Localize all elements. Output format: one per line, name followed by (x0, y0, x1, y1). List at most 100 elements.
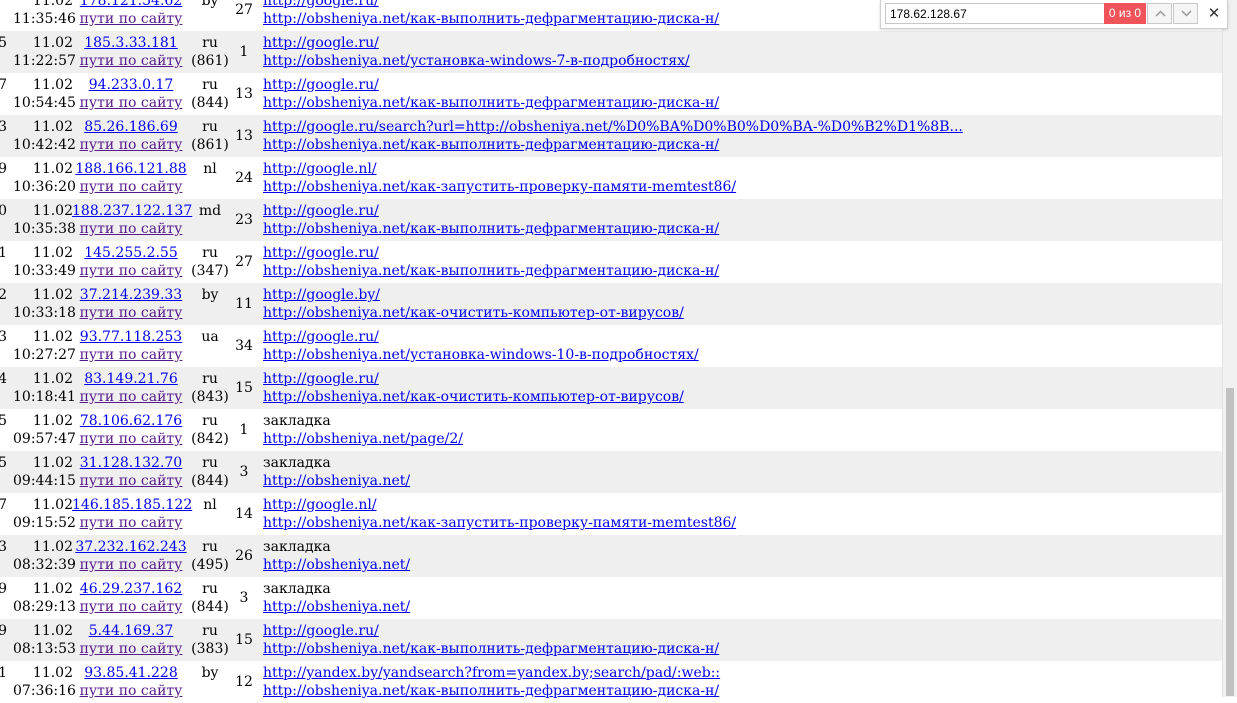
ip-link-anchor[interactable]: 146.185.185.122 (72, 497, 192, 513)
landing-page-link-anchor[interactable]: http://obsheniya.net/как-выполнить-дефра… (263, 641, 719, 657)
site-paths-link-anchor[interactable]: пути по сайту (80, 53, 183, 69)
page-scrollbar[interactable] (1222, 0, 1237, 697)
referrer-link[interactable]: http://yandex.by/yandsearch?from=yandex.… (263, 664, 720, 682)
landing-page-link[interactable]: http://obsheniya.net/как-выполнить-дефра… (263, 136, 719, 154)
referrer-link-anchor[interactable]: http://google.by/ (263, 287, 380, 303)
landing-page-link[interactable]: http://obsheniya.net/как-запустить-прове… (263, 178, 736, 196)
ip-link-anchor[interactable]: 31.128.132.70 (80, 455, 182, 471)
ip-link-anchor[interactable]: 46.29.237.162 (80, 581, 182, 597)
scrollbar-thumb[interactable] (1226, 388, 1234, 696)
referrer-link-anchor[interactable]: http://google.ru/ (263, 329, 379, 345)
landing-page-link-anchor[interactable]: http://obsheniya.net/как-выполнить-дефра… (263, 221, 719, 237)
ip-link-anchor[interactable]: 145.255.2.55 (84, 245, 178, 261)
ip-link[interactable]: 145.255.2.55 (72, 244, 190, 262)
site-paths-link-anchor[interactable]: пути по сайту (80, 599, 183, 615)
landing-page-link[interactable]: http://obsheniya.net/page/2/ (263, 430, 463, 448)
close-icon[interactable]: ✕ (1203, 3, 1225, 24)
ip-link[interactable]: 83.149.21.76 (72, 370, 190, 388)
ip-link-anchor[interactable]: 185.3.33.181 (84, 35, 178, 51)
site-paths-link[interactable]: пути по сайту (72, 682, 190, 700)
site-paths-link[interactable]: пути по сайту (72, 136, 190, 154)
referrer-link[interactable]: http://google.ru/ (263, 622, 379, 640)
site-paths-link-anchor[interactable]: пути по сайту (80, 431, 183, 447)
site-paths-link-anchor[interactable]: пути по сайту (80, 221, 183, 237)
ip-link[interactable]: 46.29.237.162 (72, 580, 190, 598)
referrer-link[interactable]: http://google.ru/ (263, 244, 379, 262)
referrer-link-anchor[interactable]: http://google.nl/ (263, 161, 377, 177)
ip-link-anchor[interactable]: 188.166.121.88 (75, 161, 186, 177)
landing-page-link-anchor[interactable]: http://obsheniya.net/как-выполнить-дефра… (263, 263, 719, 279)
site-paths-link[interactable]: пути по сайту (72, 514, 190, 532)
landing-page-link[interactable]: http://obsheniya.net/как-выполнить-дефра… (263, 262, 719, 280)
site-paths-link[interactable]: пути по сайту (72, 52, 190, 70)
landing-page-link-anchor[interactable]: http://obsheniya.net/ (263, 473, 410, 489)
site-paths-link-anchor[interactable]: пути по сайту (80, 263, 183, 279)
landing-page-link[interactable]: http://obsheniya.net/как-выполнить-дефра… (263, 220, 719, 238)
referrer-link-anchor[interactable]: http://yandex.by/yandsearch?from=yandex.… (263, 665, 720, 681)
referrer-link-anchor[interactable]: http://google.ru/ (263, 77, 379, 93)
landing-page-link[interactable]: http://obsheniya.net/ (263, 556, 410, 574)
site-paths-link-anchor[interactable]: пути по сайту (80, 11, 183, 27)
ip-link-anchor[interactable]: 78.106.62.176 (80, 413, 182, 429)
referrer-link-anchor[interactable]: http://google.ru/ (263, 371, 379, 387)
landing-page-link[interactable]: http://obsheniya.net/как-выполнить-дефра… (263, 640, 719, 658)
referrer-link-anchor[interactable]: http://google.ru/search?url=http://obshe… (263, 119, 963, 135)
site-paths-link-anchor[interactable]: пути по сайту (80, 641, 183, 657)
ip-link-anchor[interactable]: 93.77.118.253 (80, 329, 182, 345)
ip-link[interactable]: 93.77.118.253 (72, 328, 190, 346)
site-paths-link[interactable]: пути по сайту (72, 430, 190, 448)
site-paths-link[interactable]: пути по сайту (72, 598, 190, 616)
landing-page-link-anchor[interactable]: http://obsheniya.net/как-выполнить-дефра… (263, 11, 719, 27)
landing-page-link-anchor[interactable]: http://obsheniya.net/как-запустить-прове… (263, 515, 736, 531)
site-paths-link[interactable]: пути по сайту (72, 640, 190, 658)
landing-page-link-anchor[interactable]: http://obsheniya.net/как-выполнить-дефра… (263, 95, 719, 111)
landing-page-link[interactable]: http://obsheniya.net/как-выполнить-дефра… (263, 682, 719, 700)
site-paths-link[interactable]: пути по сайту (72, 472, 190, 490)
landing-page-link[interactable]: http://obsheniya.net/как-очистить-компью… (263, 388, 684, 406)
site-paths-link[interactable]: пути по сайту (72, 346, 190, 364)
landing-page-link-anchor[interactable]: http://obsheniya.net/как-очистить-компью… (263, 305, 684, 321)
landing-page-link[interactable]: http://obsheniya.net/ (263, 598, 410, 616)
referrer-link[interactable]: http://google.ru/ (263, 76, 379, 94)
landing-page-link[interactable]: http://obsheniya.net/установка-windows-7… (263, 52, 690, 70)
referrer-link[interactable]: http://google.nl/ (263, 496, 377, 514)
ip-link-anchor[interactable]: 5.44.169.37 (89, 623, 174, 639)
ip-link[interactable]: 31.128.132.70 (72, 454, 190, 472)
referrer-link-anchor[interactable]: http://google.ru/ (263, 35, 379, 51)
site-paths-link[interactable]: пути по сайту (72, 304, 190, 322)
landing-page-link-anchor[interactable]: http://obsheniya.net/page/2/ (263, 431, 463, 447)
referrer-link[interactable]: http://google.ru/ (263, 370, 379, 388)
landing-page-link[interactable]: http://obsheniya.net/как-выполнить-дефра… (263, 10, 719, 28)
landing-page-link-anchor[interactable]: http://obsheniya.net/ (263, 557, 410, 573)
landing-page-link-anchor[interactable]: http://obsheniya.net/установка-windows-7… (263, 53, 690, 69)
site-paths-link[interactable]: пути по сайту (72, 178, 190, 196)
ip-link[interactable]: 93.85.41.228 (72, 664, 190, 682)
ip-link[interactable]: 178.121.54.62 (72, 0, 190, 10)
ip-link-anchor[interactable]: 94.233.0.17 (89, 77, 174, 93)
referrer-link[interactable]: http://google.by/ (263, 286, 380, 304)
referrer-link-anchor[interactable]: http://google.ru/ (263, 203, 379, 219)
ip-link[interactable]: 146.185.185.122 (72, 496, 192, 514)
ip-link-anchor[interactable]: 93.85.41.228 (84, 665, 178, 681)
site-paths-link[interactable]: пути по сайту (72, 94, 190, 112)
site-paths-link-anchor[interactable]: пути по сайту (80, 95, 183, 111)
find-next-button[interactable] (1173, 3, 1198, 24)
ip-link-anchor[interactable]: 37.214.239.33 (80, 287, 182, 303)
site-paths-link-anchor[interactable]: пути по сайту (80, 515, 183, 531)
landing-page-link[interactable]: http://obsheniya.net/установка-windows-1… (263, 346, 699, 364)
landing-page-link[interactable]: http://obsheniya.net/как-запустить-прове… (263, 514, 736, 532)
landing-page-link-anchor[interactable]: http://obsheniya.net/как-выполнить-дефра… (263, 137, 719, 153)
referrer-link[interactable]: http://google.nl/ (263, 160, 377, 178)
site-paths-link-anchor[interactable]: пути по сайту (80, 347, 183, 363)
referrer-link-anchor[interactable]: http://google.nl/ (263, 497, 377, 513)
site-paths-link-anchor[interactable]: пути по сайту (80, 305, 183, 321)
ip-link[interactable]: 188.166.121.88 (72, 160, 190, 178)
ip-link[interactable]: 5.44.169.37 (72, 622, 190, 640)
find-input[interactable] (885, 3, 1104, 24)
site-paths-link-anchor[interactable]: пути по сайту (80, 389, 183, 405)
referrer-link[interactable]: http://google.ru/ (263, 202, 379, 220)
landing-page-link[interactable]: http://obsheniya.net/ (263, 472, 410, 490)
referrer-link-anchor[interactable]: http://google.ru/ (263, 245, 379, 261)
site-paths-link[interactable]: пути по сайту (72, 262, 190, 280)
ip-link[interactable]: 94.233.0.17 (72, 76, 190, 94)
